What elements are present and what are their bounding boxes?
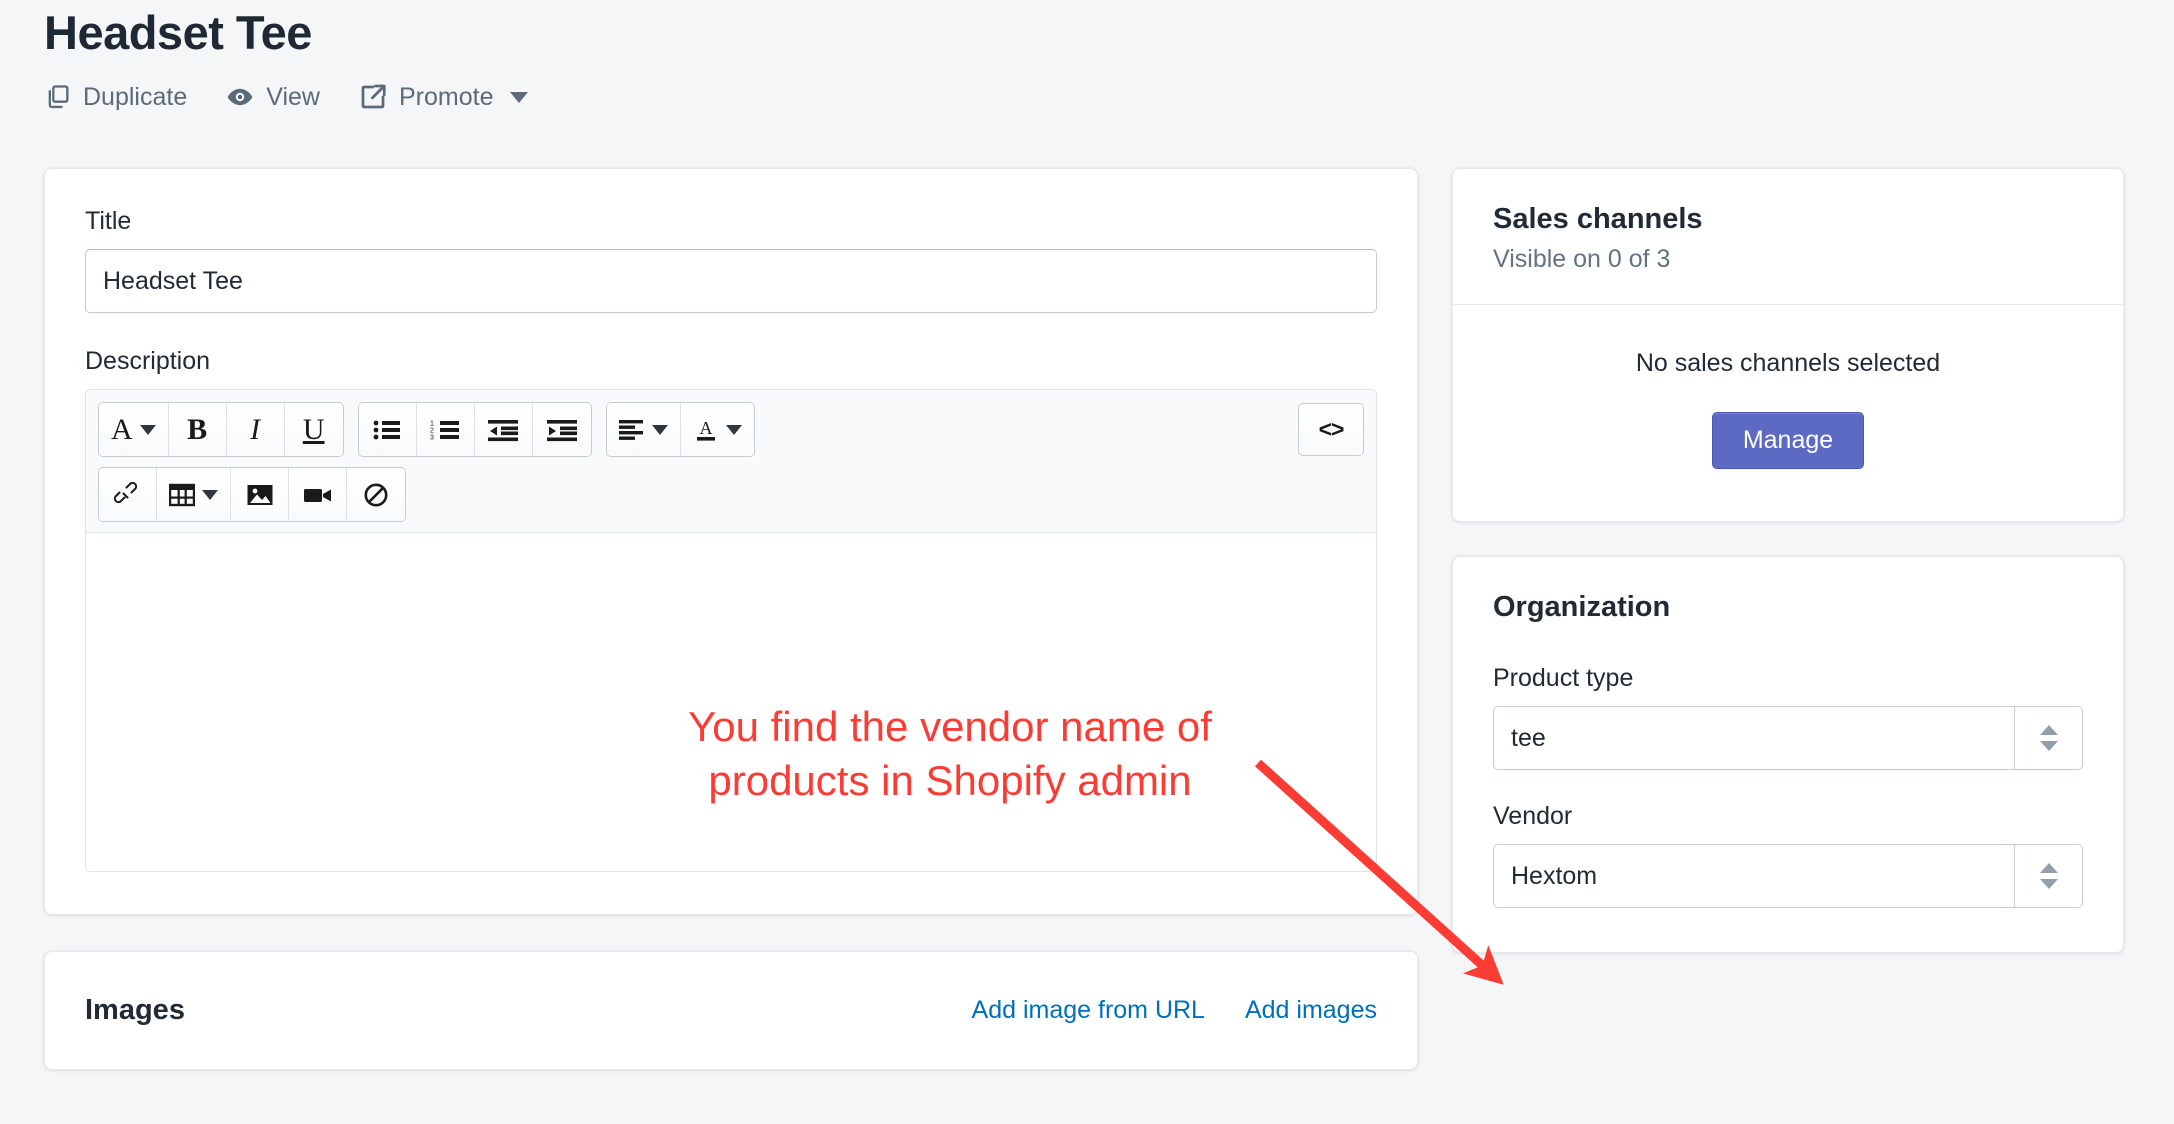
- bold-glyph: B: [187, 412, 208, 446]
- description-editor: A B I U 1 2 3 A <>: [85, 389, 1377, 872]
- eye-icon: [225, 83, 255, 111]
- organization-section: Organization Product type tee Vendor Hex…: [1453, 557, 2123, 952]
- page-title: Headset Tee: [44, 6, 312, 59]
- vendor-field: Vendor Hextom: [1493, 802, 2083, 908]
- chevron-down-icon: [139, 424, 156, 435]
- chevron-down-icon[interactable]: [510, 91, 529, 103]
- promote-button[interactable]: Promote: [358, 82, 529, 112]
- images-card: Images Add image from URL Add images: [44, 951, 1418, 1070]
- chevron-down-icon: [725, 424, 742, 435]
- add-images-link[interactable]: Add images: [1245, 996, 1377, 1025]
- insert-link-button[interactable]: [99, 468, 157, 521]
- description-field-label: Description: [85, 347, 211, 375]
- font-style-glyph: A: [111, 412, 133, 446]
- title-input[interactable]: [85, 249, 1377, 313]
- align-left-icon: [618, 419, 643, 440]
- manage-button[interactable]: Manage: [1711, 412, 1865, 469]
- add-image-from-url-link[interactable]: Add image from URL: [972, 996, 1205, 1025]
- list-indent-group: 1 2 3: [357, 402, 592, 457]
- caret-up-icon: [2039, 725, 2058, 735]
- page-content: Title Description A: [0, 168, 2174, 1070]
- align-dropdown[interactable]: [606, 403, 681, 456]
- link-icon: [113, 481, 137, 503]
- product-type-stepper[interactable]: [2014, 707, 2082, 769]
- italic-glyph: I: [250, 412, 261, 446]
- no-symbol-icon: [364, 483, 388, 506]
- indent-button[interactable]: [532, 403, 591, 456]
- text-color-dropdown[interactable]: A: [680, 403, 754, 456]
- product-type-field: Product type tee: [1493, 664, 2083, 770]
- italic-button[interactable]: I: [226, 403, 285, 456]
- underline-glyph: U: [302, 412, 325, 446]
- title-field-label: Title: [85, 207, 132, 235]
- video-icon: [303, 488, 331, 502]
- sales-channels-subtitle: Visible on 0 of 3: [1493, 245, 1671, 273]
- sidebar-column: Sales channels Visible on 0 of 3 No sale…: [1452, 168, 2124, 1070]
- insert-image-button[interactable]: [231, 468, 289, 521]
- indent-icon: [546, 419, 577, 441]
- product-edit-page: Headset Tee Duplicate View Promote Title…: [0, 0, 2174, 1124]
- insert-table-dropdown[interactable]: [157, 468, 231, 521]
- text-color-icon: A: [696, 418, 715, 441]
- outdent-button[interactable]: [474, 403, 533, 456]
- svg-text:2: 2: [430, 427, 434, 434]
- editor-toolbar-row-1: A B I U 1 2 3 A <>: [98, 402, 1364, 457]
- page-header: Headset Tee Duplicate View Promote: [0, 0, 2174, 112]
- bullet-list-button[interactable]: [358, 403, 417, 456]
- caret-down-icon: [2039, 741, 2058, 751]
- clear-formatting-button[interactable]: [347, 468, 405, 521]
- sales-channels-card: Sales channels Visible on 0 of 3 No sale…: [1452, 168, 2124, 522]
- external-link-icon: [358, 82, 388, 112]
- editor-toolbar-row-2: [98, 467, 1364, 522]
- vendor-select[interactable]: Hextom: [1493, 844, 2083, 908]
- editor-toolbar: A B I U 1 2 3 A <>: [86, 390, 1376, 533]
- product-type-value: tee: [1511, 723, 1546, 752]
- sales-channels-empty-text: No sales channels selected: [1635, 349, 1941, 377]
- sales-channels-empty-state: No sales channels selected Manage: [1453, 305, 2123, 521]
- table-icon: [169, 483, 195, 506]
- vendor-label: Vendor: [1493, 802, 1573, 830]
- duplicate-icon: [44, 83, 72, 111]
- description-editor-body[interactable]: [86, 533, 1376, 871]
- duplicate-button[interactable]: Duplicate: [44, 83, 187, 112]
- outdent-icon: [488, 419, 519, 441]
- bullet-list-icon: [373, 420, 401, 439]
- caret-up-icon: [2039, 863, 2058, 873]
- font-style-dropdown[interactable]: A: [99, 403, 169, 456]
- caret-down-icon: [2039, 879, 2058, 889]
- product-type-label: Product type: [1493, 664, 1634, 692]
- text-format-group: A B I U: [98, 402, 344, 457]
- svg-text:A: A: [699, 418, 712, 438]
- numbered-list-icon: 1 2 3: [430, 420, 460, 441]
- bold-button[interactable]: B: [168, 403, 227, 456]
- vendor-stepper[interactable]: [2014, 845, 2082, 907]
- view-button[interactable]: View: [225, 83, 320, 112]
- svg-text:1: 1: [430, 420, 434, 427]
- view-label: View: [266, 82, 320, 111]
- product-type-select[interactable]: tee: [1493, 706, 2083, 770]
- html-code-wrap: <>: [1298, 403, 1364, 456]
- organization-card: Organization Product type tee Vendor Hex…: [1452, 556, 2124, 953]
- insert-video-button[interactable]: [289, 468, 347, 521]
- main-column: Title Description A: [44, 168, 1418, 1070]
- sales-channels-header: Sales channels Visible on 0 of 3: [1453, 169, 2123, 304]
- image-icon: [247, 484, 272, 505]
- images-title: Images: [85, 994, 185, 1026]
- underline-button[interactable]: U: [284, 403, 343, 456]
- organization-title: Organization: [1493, 591, 1671, 623]
- images-actions: Add image from URL Add images: [972, 996, 1377, 1025]
- page-action-bar: Duplicate View Promote: [44, 82, 2174, 112]
- duplicate-label: Duplicate: [83, 82, 188, 111]
- html-code-button[interactable]: <>: [1298, 403, 1364, 456]
- chevron-down-icon: [202, 489, 218, 500]
- numbered-list-button[interactable]: 1 2 3: [416, 403, 475, 456]
- vendor-value: Hextom: [1511, 861, 1598, 890]
- sales-channels-title: Sales channels: [1493, 203, 1703, 235]
- align-color-group: A: [605, 402, 755, 457]
- promote-label: Promote: [398, 82, 494, 111]
- svg-text:3: 3: [430, 434, 434, 441]
- product-details-card: Title Description A: [44, 168, 1418, 915]
- chevron-down-icon: [651, 424, 668, 435]
- insert-group: [98, 467, 406, 522]
